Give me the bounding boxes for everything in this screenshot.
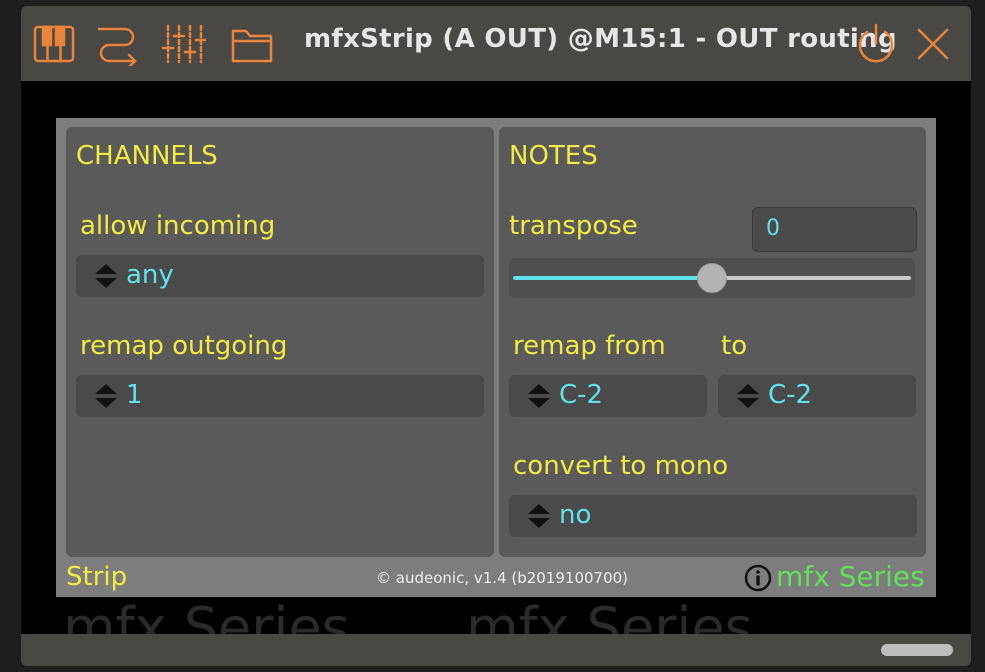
remap-outgoing-label: remap outgoing bbox=[80, 331, 288, 361]
up-down-arrows-icon bbox=[528, 384, 550, 408]
power-icon[interactable] bbox=[854, 22, 898, 66]
remap-from-label: remap from bbox=[513, 331, 666, 361]
remap-outgoing-select[interactable]: 1 bbox=[76, 375, 484, 417]
up-down-arrows-icon bbox=[528, 504, 550, 528]
close-icon[interactable] bbox=[911, 22, 955, 66]
bottom-bar bbox=[21, 634, 971, 666]
allow-incoming-value: any bbox=[126, 260, 174, 290]
notes-panel: NOTES transpose 0 remap from to C-2 C-2 … bbox=[499, 127, 926, 557]
slider-track bbox=[712, 276, 911, 280]
remap-to-label: to bbox=[721, 331, 748, 361]
transpose-label: transpose bbox=[509, 211, 638, 241]
window-title: mfxStrip (A OUT) @M15:1 - OUT routing bbox=[304, 24, 897, 54]
plugin-panel: CHANNELS allow incoming any remap outgoi… bbox=[56, 118, 936, 597]
remap-outgoing-value: 1 bbox=[126, 380, 143, 410]
title-bar: mfxStrip (A OUT) @M15:1 - OUT routing bbox=[21, 6, 971, 81]
routing-icon[interactable] bbox=[95, 22, 139, 69]
slider-thumb[interactable] bbox=[697, 263, 727, 293]
transpose-input[interactable]: 0 bbox=[752, 207, 917, 252]
footer-plugin-name: Strip bbox=[66, 562, 128, 592]
convert-mono-select[interactable]: no bbox=[509, 495, 917, 537]
piano-keys-icon[interactable] bbox=[32, 22, 76, 66]
folder-icon[interactable] bbox=[230, 22, 274, 66]
transpose-value: 0 bbox=[766, 216, 780, 241]
allow-incoming-label: allow incoming bbox=[80, 211, 276, 241]
allow-incoming-select[interactable]: any bbox=[76, 255, 484, 297]
transpose-slider[interactable] bbox=[509, 258, 915, 298]
plugin-window: mfxStrip (A OUT) @M15:1 - OUT routing mf… bbox=[21, 6, 971, 666]
remap-from-select[interactable]: C-2 bbox=[509, 375, 707, 417]
footer-brand: mfx Series bbox=[776, 560, 925, 593]
scrollbar-thumb[interactable] bbox=[881, 644, 953, 656]
convert-mono-value: no bbox=[559, 500, 592, 530]
remap-from-value: C-2 bbox=[559, 380, 604, 410]
info-icon[interactable] bbox=[744, 564, 772, 592]
up-down-arrows-icon bbox=[95, 384, 117, 408]
channels-panel: CHANNELS allow incoming any remap outgoi… bbox=[66, 127, 494, 557]
remap-to-value: C-2 bbox=[768, 380, 813, 410]
footer-copyright: © audeonic, v1.4 (b2019100700) bbox=[376, 569, 629, 587]
remap-to-select[interactable]: C-2 bbox=[718, 375, 916, 417]
mixer-sliders-icon[interactable] bbox=[161, 22, 208, 66]
notes-heading: NOTES bbox=[509, 141, 598, 171]
up-down-arrows-icon bbox=[95, 264, 117, 288]
slider-track-fill bbox=[513, 276, 712, 280]
up-down-arrows-icon bbox=[737, 384, 759, 408]
channels-heading: CHANNELS bbox=[76, 141, 218, 171]
convert-mono-label: convert to mono bbox=[513, 451, 729, 481]
